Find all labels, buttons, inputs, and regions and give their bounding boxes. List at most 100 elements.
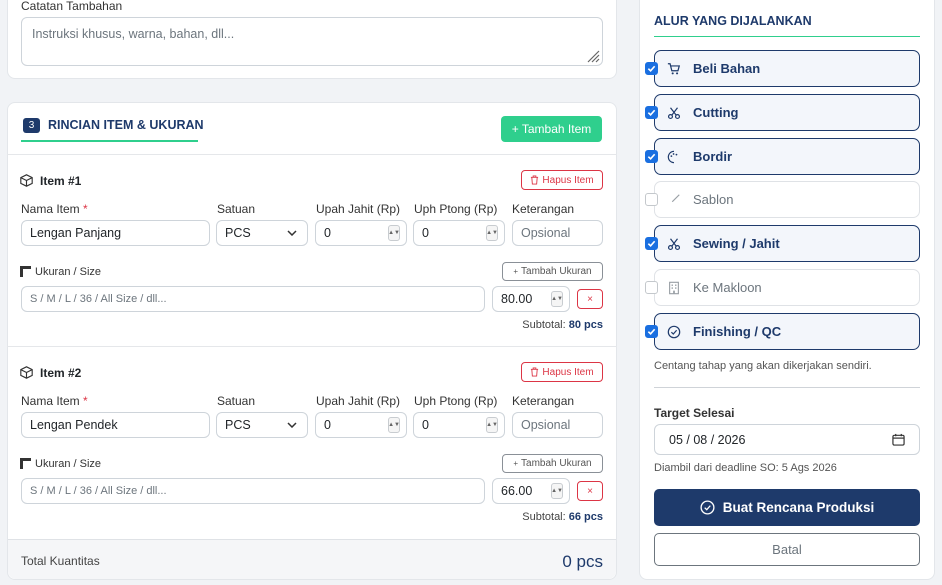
- spinner-icon[interactable]: ▲▼: [388, 225, 400, 241]
- sew-wage-input[interactable]: 0 ▲▼: [315, 412, 407, 438]
- item-name-input[interactable]: Lengan Panjang: [21, 220, 210, 246]
- checkmark-icon: [647, 328, 656, 336]
- palette-icon: [667, 150, 678, 163]
- size-input[interactable]: S / M / L / 36 / All Size / dll...: [21, 286, 485, 312]
- box-icon: [20, 366, 33, 379]
- flow-step-checkbox[interactable]: [645, 62, 658, 75]
- unit-label: Satuan: [217, 202, 256, 216]
- size-label: Ukuran / Size: [35, 266, 102, 278]
- total-value: 0 pcs: [562, 552, 603, 571]
- check-circle-icon: [667, 325, 681, 338]
- item-name-label: Nama Item *: [21, 202, 88, 216]
- items-section-title: RINCIAN ITEM & UKURAN: [48, 118, 204, 132]
- flow-divider: [654, 387, 920, 388]
- remove-size-button[interactable]: ×: [577, 481, 603, 501]
- item-name-label: Nama Item *: [21, 394, 88, 408]
- flow-step[interactable]: Beli Bahan: [654, 50, 920, 87]
- flow-step-checkbox[interactable]: [645, 193, 658, 206]
- flow-step[interactable]: Cutting: [654, 94, 920, 131]
- scissors-icon: [667, 106, 681, 119]
- submit-button[interactable]: Buat Rencana Produksi: [654, 489, 920, 526]
- spinner-icon[interactable]: ▲▼: [486, 417, 498, 433]
- check-circle-icon: [700, 500, 715, 515]
- spinner-icon[interactable]: ▲▼: [551, 291, 563, 307]
- flow-step-checkbox[interactable]: [645, 237, 658, 250]
- spinner-icon[interactable]: ▲▼: [486, 225, 498, 241]
- flow-step-checkbox[interactable]: [645, 325, 658, 338]
- deadline-note: Diambil dari deadline SO: 5 Ags 2026: [654, 462, 837, 474]
- flow-title: ALUR YANG DIJALANKAN: [654, 14, 812, 28]
- notes-placeholder: Instruksi khusus, warna, bahan, dll...: [32, 27, 235, 41]
- brush-icon: [671, 193, 680, 202]
- size-qty-input[interactable]: 80.00 ▲▼: [492, 286, 570, 312]
- flow-title-underline: [654, 36, 920, 37]
- add-item-button[interactable]: + Tambah Item: [501, 116, 602, 142]
- flow-step[interactable]: Finishing / QC: [654, 313, 920, 350]
- step-badge: 3: [23, 118, 40, 133]
- ruler-icon: [20, 266, 31, 277]
- add-size-button[interactable]: + Tambah Ukuran: [502, 454, 603, 473]
- flow-step-label: Sewing / Jahit: [693, 236, 780, 251]
- flow-step-checkbox[interactable]: [645, 106, 658, 119]
- item-title: Item #2: [40, 366, 82, 380]
- delete-item-button[interactable]: Hapus Item: [521, 362, 603, 382]
- resize-handle-icon[interactable]: [586, 49, 600, 63]
- notes-textarea[interactable]: Instruksi khusus, warna, bahan, dll...: [21, 17, 603, 66]
- flow-step[interactable]: Ke Makloon: [654, 269, 920, 306]
- flow-step-label: Finishing / QC: [693, 324, 782, 339]
- item-name-input[interactable]: Lengan Pendek: [21, 412, 210, 438]
- item-title: Item #1: [40, 174, 82, 188]
- size-label: Ukuran / Size: [35, 458, 102, 470]
- calendar-icon[interactable]: [892, 433, 905, 446]
- flow-step-checkbox[interactable]: [645, 281, 658, 294]
- checkmark-icon: [647, 153, 656, 161]
- chevron-down-icon: [287, 230, 297, 236]
- sew-wage-input[interactable]: 0 ▲▼: [315, 220, 407, 246]
- spinner-icon[interactable]: ▲▼: [551, 483, 563, 499]
- checkmark-icon: [647, 65, 656, 73]
- cut-wage-label: Uph Ptong (Rp): [414, 202, 498, 216]
- target-date-input[interactable]: 05 / 08 / 2026: [654, 424, 920, 455]
- header-divider: [7, 154, 617, 155]
- note-input[interactable]: Opsional: [512, 412, 603, 438]
- note-input[interactable]: Opsional: [512, 220, 603, 246]
- target-label: Target Selesai: [654, 406, 735, 420]
- size-input[interactable]: S / M / L / 36 / All Size / dll...: [21, 478, 485, 504]
- items-title-underline: [21, 140, 198, 142]
- unit-select[interactable]: PCS: [216, 412, 308, 438]
- chevron-down-icon: [287, 422, 297, 428]
- cut-wage-input[interactable]: 0 ▲▼: [413, 220, 505, 246]
- add-size-button[interactable]: + Tambah Ukuran: [502, 262, 603, 281]
- delete-item-button[interactable]: Hapus Item: [521, 170, 603, 190]
- remove-size-button[interactable]: ×: [577, 289, 603, 309]
- flow-step-checkbox[interactable]: [645, 150, 658, 163]
- flow-step[interactable]: Bordir: [654, 138, 920, 175]
- spinner-icon[interactable]: ▲▼: [388, 417, 400, 433]
- checkmark-icon: [647, 240, 656, 248]
- subtotal: Subtotal: 80 pcs: [522, 319, 603, 331]
- cancel-button[interactable]: Batal: [654, 533, 920, 566]
- notes-label: Catatan Tambahan: [21, 0, 123, 13]
- box-icon: [20, 174, 33, 187]
- size-qty-input[interactable]: 66.00 ▲▼: [492, 478, 570, 504]
- flow-step[interactable]: Sablon: [654, 181, 920, 218]
- unit-select[interactable]: PCS: [216, 220, 308, 246]
- note-label: Keterangan: [512, 394, 575, 408]
- sew-wage-label: Upah Jahit (Rp): [316, 394, 401, 408]
- flow-step-label: Sablon: [693, 192, 734, 207]
- checkmark-icon: [647, 109, 656, 117]
- scissors-icon: [667, 237, 681, 250]
- total-label: Total Kuantitas: [21, 554, 100, 568]
- flow-step-label: Ke Makloon: [693, 280, 762, 295]
- subtotal: Subtotal: 66 pcs: [522, 511, 603, 523]
- note-label: Keterangan: [512, 202, 575, 216]
- cut-wage-input[interactable]: 0 ▲▼: [413, 412, 505, 438]
- building-icon: [669, 281, 679, 294]
- sew-wage-label: Upah Jahit (Rp): [316, 202, 401, 216]
- trash-icon: [531, 367, 539, 377]
- flow-step-label: Bordir: [693, 149, 732, 164]
- flow-hint: Centang tahap yang akan dikerjakan sendi…: [654, 360, 872, 372]
- flow-step[interactable]: Sewing / Jahit: [654, 225, 920, 262]
- flow-step-label: Cutting: [693, 105, 739, 120]
- unit-label: Satuan: [217, 394, 256, 408]
